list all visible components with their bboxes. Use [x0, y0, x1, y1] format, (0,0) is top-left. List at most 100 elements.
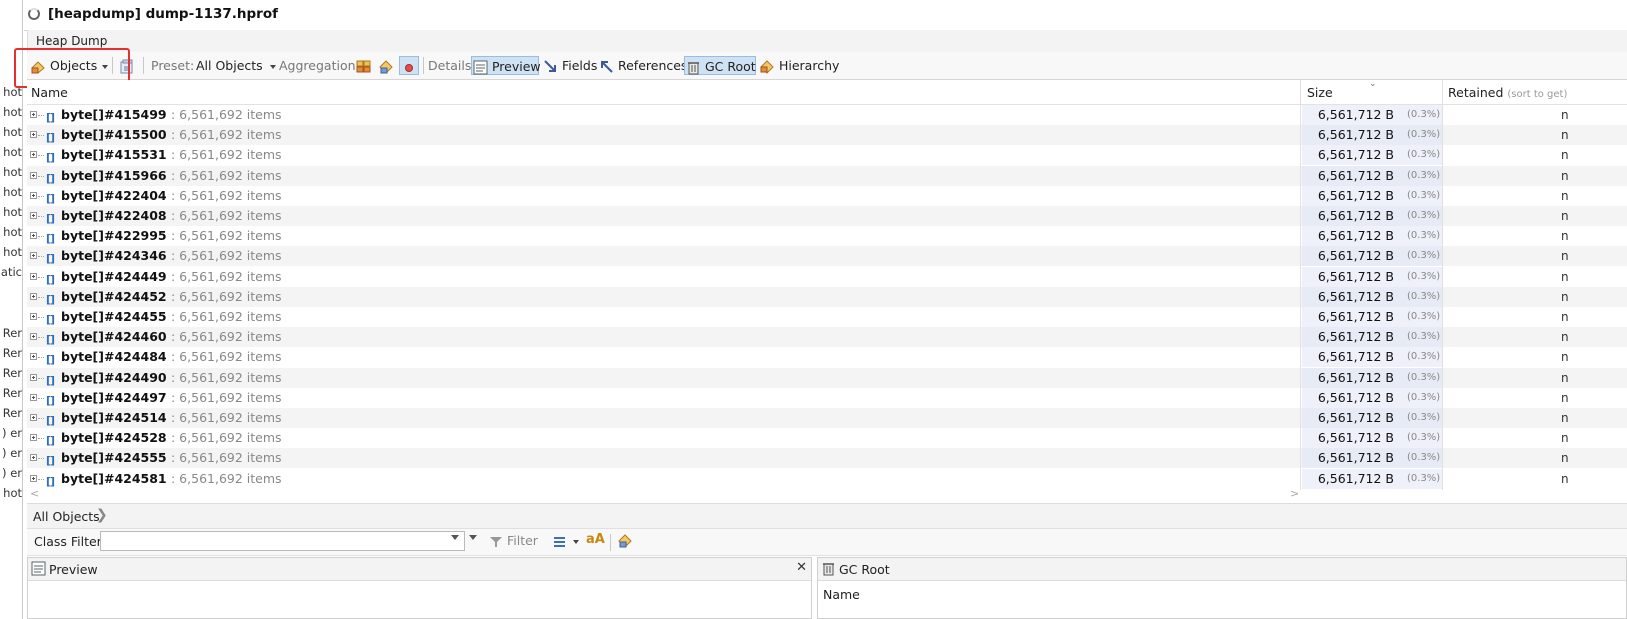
table-row[interactable]: [] byte[]#415531 : 6,561,692 items 6,561,7…	[27, 145, 1627, 166]
object-size: 6,561,712 B	[1317, 369, 1394, 385]
horizontal-scrollbar[interactable]: < >	[27, 487, 1300, 502]
object-id: byte[]#424460	[61, 329, 167, 345]
table-row[interactable]: [] byte[]#422408 : 6,561,692 items 6,561,7…	[27, 206, 1627, 226]
expand-node-icon[interactable]	[30, 111, 37, 118]
object-item-count: : 6,561,692 items	[171, 147, 282, 163]
details-preview-toggle[interactable]: Preview	[471, 56, 541, 75]
expand-node-icon[interactable]	[30, 171, 37, 179]
table-row[interactable]: [] byte[]#424555 : 6,561,692 items 6,561,7…	[27, 448, 1627, 469]
table-row[interactable]: [] byte[]#424514 : 6,561,692 items 6,561,7…	[27, 408, 1627, 428]
column-options-button[interactable]	[553, 534, 579, 549]
table-row[interactable]: [] byte[]#424484 : 6,561,692 items 6,561,7…	[27, 347, 1627, 368]
left-strip-row: Rer	[2, 366, 22, 380]
table-row[interactable]: [] byte[]#424460 : 6,561,692 items 6,561,7…	[27, 327, 1627, 348]
sidebar-divider[interactable]	[22, 0, 23, 619]
column-header-size[interactable]: Size	[1307, 80, 1333, 104]
object-id: byte[]#424452	[61, 288, 167, 304]
tab-heap-dump[interactable]: Heap Dump	[36, 34, 107, 48]
tree-line	[38, 357, 44, 359]
aggregation-instances-button[interactable]	[399, 56, 419, 75]
close-icon[interactable]: ✕	[796, 560, 807, 575]
column-separator-retained[interactable]	[1442, 80, 1443, 490]
left-strip-row: hot	[3, 185, 22, 199]
filter-funnel-icon	[490, 536, 502, 547]
gc-root-panel-header: GC Root	[818, 558, 1626, 581]
case-sensitive-icon[interactable]: aA	[586, 532, 605, 547]
object-retained: n	[1561, 168, 1569, 183]
object-size-percent: (0.3%)	[1407, 230, 1441, 242]
left-strip-row: hot	[3, 105, 22, 119]
object-size-percent: (0.3%)	[1407, 391, 1441, 403]
object-size: 6,561,712 B	[1317, 228, 1394, 244]
column-header-name[interactable]: Name	[31, 80, 68, 104]
table-row[interactable]: [] byte[]#424497 : 6,561,692 items 6,561,7…	[27, 387, 1627, 408]
expand-node-icon[interactable]	[30, 393, 37, 401]
details-fields-toggle[interactable]: Fields	[543, 56, 597, 75]
class-filter-label: Class Filter:	[34, 534, 106, 549]
expand-node-icon[interactable]	[30, 292, 37, 300]
object-size: 6,561,712 B	[1317, 167, 1394, 183]
object-retained: n	[1561, 289, 1569, 304]
sort-descending-icon: ⌄	[1369, 79, 1377, 89]
table-row[interactable]: [] byte[]#424449 : 6,561,692 items 6,561,7…	[27, 266, 1627, 287]
preset-value: All Objects	[196, 58, 263, 73]
details-gcroot-toggle[interactable]: GC Root	[684, 56, 756, 75]
class-filter-input[interactable]	[100, 531, 465, 551]
table-row[interactable]: [] byte[]#424528 : 6,561,692 items 6,561,7…	[27, 428, 1627, 449]
breadcrumb-all-objects[interactable]: All Objects	[33, 509, 100, 524]
class-filter-history-arrow-icon[interactable]	[451, 535, 459, 540]
object-name: byte[]#424449 : 6,561,692 items	[61, 267, 282, 287]
table-row[interactable]: [] byte[]#424455 : 6,561,692 items 6,561,7…	[27, 307, 1627, 327]
filter-button[interactable]: Filter	[489, 533, 538, 549]
expand-node-icon[interactable]	[30, 232, 37, 240]
expand-node-icon[interactable]	[30, 191, 37, 199]
table-row[interactable]: [] byte[]#424452 : 6,561,692 items 6,561,7…	[27, 286, 1627, 307]
table-row[interactable]: [] byte[]#424581 : 6,561,692 items 6,561,7…	[27, 468, 1627, 489]
filter-type-dropdown-icon[interactable]	[469, 535, 477, 540]
preview-panel-header: Preview ✕	[28, 558, 811, 581]
object-name: byte[]#424528 : 6,561,692 items	[61, 428, 282, 448]
tree-line	[38, 236, 44, 238]
aggregation-classes-button[interactable]	[356, 56, 372, 75]
details-references-toggle[interactable]: References	[599, 56, 687, 75]
expand-node-icon[interactable]	[30, 373, 37, 381]
gc-root-panel-icon	[823, 563, 834, 576]
object-id: byte[]#415500	[61, 127, 167, 143]
gc-root-name-column-header[interactable]: Name	[823, 587, 860, 602]
table-row[interactable]: [] byte[]#424490 : 6,561,692 items 6,561,7…	[27, 367, 1627, 388]
expand-node-icon[interactable]	[30, 454, 37, 462]
table-row[interactable]: [] byte[]#415966 : 6,561,692 items 6,561,7…	[27, 165, 1627, 186]
object-size: 6,561,712 B	[1317, 127, 1394, 143]
object-item-count: : 6,561,692 items	[171, 470, 282, 486]
table-row[interactable]: [] byte[]#424346 : 6,561,692 items 6,561,7…	[27, 246, 1627, 267]
expand-node-icon[interactable]	[30, 131, 37, 139]
column-header-retained[interactable]: Retained (sort to get)	[1448, 80, 1567, 104]
expand-node-icon[interactable]	[30, 333, 37, 341]
object-name: byte[]#424455 : 6,561,692 items	[61, 307, 282, 327]
expand-node-icon[interactable]	[30, 272, 37, 280]
details-hierarchy-toggle[interactable]: Hierarchy	[759, 56, 839, 75]
class-hierarchy-button[interactable]	[617, 533, 633, 549]
object-retained: n	[1561, 209, 1569, 223]
table-row[interactable]: [] byte[]#415500 : 6,561,692 items 6,561,7…	[27, 125, 1627, 146]
preset-dropdown[interactable]: All Objects	[196, 56, 276, 75]
expand-node-icon[interactable]	[30, 252, 37, 260]
table-row[interactable]: [] byte[]#422995 : 6,561,692 items 6,561,7…	[27, 226, 1627, 247]
object-size-percent: (0.3%)	[1407, 412, 1441, 423]
scroll-left-icon[interactable]: <	[30, 487, 39, 500]
expand-node-icon[interactable]	[30, 212, 37, 219]
scroll-right-icon[interactable]: >	[1290, 487, 1299, 500]
expand-node-icon[interactable]	[30, 474, 37, 482]
expand-node-icon[interactable]	[30, 414, 37, 421]
expand-node-icon[interactable]	[30, 313, 37, 320]
expand-node-icon[interactable]	[30, 434, 37, 442]
left-strip-row: Rer	[2, 326, 22, 340]
expand-node-icon[interactable]	[30, 353, 37, 361]
column-separator-size[interactable]	[1300, 80, 1301, 490]
expand-node-icon[interactable]	[30, 151, 37, 159]
aggregation-packages-button[interactable]	[378, 56, 394, 75]
hierarchy-icon	[760, 60, 774, 74]
table-row[interactable]: [] byte[]#422404 : 6,561,692 items 6,561,7…	[27, 185, 1627, 206]
table-row[interactable]: [] byte[]#415499 : 6,561,692 items 6,561,7…	[27, 105, 1627, 125]
object-id: byte[]#415966	[61, 167, 167, 183]
